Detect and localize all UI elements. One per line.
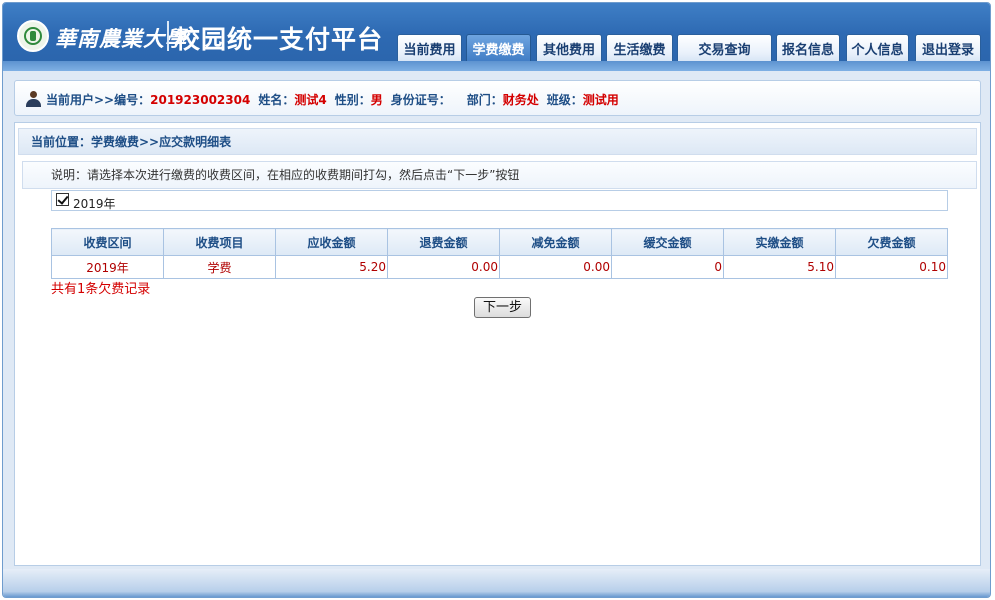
user-prefix: 当前用户>>编号： (46, 93, 151, 107)
header-band (3, 61, 990, 71)
cell-deferred: 0 (611, 255, 724, 279)
period-label: 2019年 (73, 197, 116, 211)
user-name-label: 姓名： (258, 93, 295, 107)
user-info: 当前用户>>编号：201923002304 姓名：测试4 性别：男 身份证号： 部门：财… (46, 91, 619, 108)
arrears-summary: 共有1条欠费记录 (51, 282, 151, 297)
cell-item: 学费 (163, 255, 276, 279)
user-class: 测试用 (582, 93, 619, 107)
logo-divider (167, 21, 169, 51)
main-content: 当前位置：学费缴费>>应交款明细表 说明：请选择本次进行缴费的收费区间，在相应的… (14, 122, 981, 566)
cell-reduction: 0.00 (499, 255, 612, 279)
column-header: 退费金额 (387, 228, 500, 256)
user-id: 201923002304 (150, 93, 251, 107)
user-info-bar: 当前用户>>编号：201923002304 姓名：测试4 性别：男 身份证号： 部门：财… (14, 80, 981, 116)
table-header-row: 收费区间 收费项目 应收金额 退费金额 减免金额 缓交金额 实缴金额 欠费金额 (51, 228, 948, 256)
user-idcard-label: 身份证号： (390, 93, 451, 107)
table-row: 2019年 学费 5.20 0.00 0.00 0 5.10 0.10 (51, 255, 948, 279)
column-header: 欠费金额 (835, 228, 948, 256)
user-class-label: 班级： (546, 93, 583, 107)
period-selector: 2019年 (51, 190, 948, 211)
cell-paid: 5.10 (723, 255, 836, 279)
column-header: 收费区间 (51, 228, 164, 256)
header-bar: 華南農業大學 校园统一支付平台 当前费用 学费缴费 其他费用 生活缴费 交易查询… (3, 3, 990, 71)
instruction-text: 说明：请选择本次进行缴费的收费区间，在相应的收费期间打勾，然后点击“下一步”按钮 (22, 161, 977, 189)
user-dept: 财务处 (502, 93, 539, 107)
cell-period: 2019年 (51, 255, 164, 279)
cell-arrears: 0.10 (835, 255, 948, 279)
breadcrumb: 当前位置：学费缴费>>应交款明细表 (18, 128, 977, 155)
cell-amount-due: 5.20 (275, 255, 388, 279)
user-icon (25, 91, 41, 107)
user-gender: 男 (370, 93, 383, 107)
platform-title: 校园统一支付平台 (175, 25, 384, 54)
next-step-button[interactable]: 下一步 (474, 297, 531, 318)
column-header: 应收金额 (275, 228, 388, 256)
column-header: 缓交金额 (611, 228, 724, 256)
fee-table: 收费区间 收费项目 应收金额 退费金额 减免金额 缓交金额 实缴金额 欠费金额 … (51, 228, 948, 279)
cell-refund: 0.00 (387, 255, 500, 279)
app-frame: 華南農業大學 校园统一支付平台 当前费用 学费缴费 其他费用 生活缴费 交易查询… (2, 2, 991, 598)
column-header: 实缴金额 (723, 228, 836, 256)
user-name: 测试4 (294, 93, 327, 107)
user-dept-label: 部门： (466, 93, 503, 107)
footer-bar (3, 569, 990, 597)
column-header: 减免金额 (499, 228, 612, 256)
user-gender-label: 性别： (334, 93, 371, 107)
period-checkbox[interactable] (56, 193, 69, 206)
university-seal-icon (17, 20, 49, 52)
column-header: 收费项目 (163, 228, 276, 256)
